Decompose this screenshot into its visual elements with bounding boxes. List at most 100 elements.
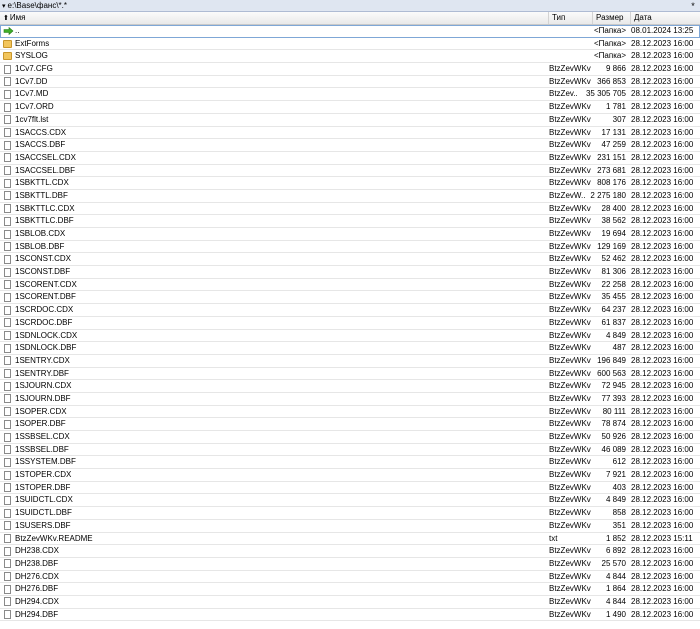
file-row[interactable]: 1SSYSTEM.DBF BtzZevWKv 612 28.12.2023 16:00 [0, 456, 700, 470]
file-size: 273 681 [597, 165, 626, 175]
file-row[interactable]: 1SUSERS.DBF BtzZevWKv 351 28.12.2023 16:00 [0, 520, 700, 533]
file-list[interactable]: .. <Папка> 08.01.2024 13:25 ExtForms <Папка>… [0, 25, 700, 629]
file-size: 487 [612, 343, 626, 353]
file-row[interactable]: 1SCONST.DBF BtzZevWKv 81 306 28.12.2023 16:… [0, 266, 700, 279]
file-name: 1SACCS.CDX [15, 127, 67, 137]
file-row[interactable]: 1SBLOB.DBF BtzZevWKv 129 169 28.12.2023 16:… [0, 241, 700, 254]
file-row[interactable]: SYSLOG <Папка> 28.12.2023 16:00 [0, 50, 700, 64]
file-row[interactable]: DH294.DBF BtzZevWKv 1 490 28.12.2023 16:00 [0, 609, 700, 622]
file-icon [4, 216, 11, 226]
file-row[interactable]: 1SJOURN.DBF BtzZevWKv 77 393 28.12.2023 16:… [0, 393, 700, 406]
file-row[interactable]: 1SCORENT.CDX BtzZevWKv 22 258 28.12.2023 16… [0, 279, 700, 292]
file-row[interactable]: .. <Папка> 08.01.2024 13:25 [0, 25, 700, 38]
file-date: 28.12.2023 16:00 [631, 254, 694, 264]
file-date: 28.12.2023 16:00 [631, 520, 694, 530]
file-icon [4, 495, 11, 505]
file-row[interactable]: 1SBKTTL.CDX BtzZevWKv 808 176 28.12.2023 16… [0, 177, 700, 190]
file-row[interactable]: 1SCORENT.DBF BtzZevWKv 35 455 28.12.2023 16… [0, 291, 700, 305]
file-row[interactable]: ExtForms <Папка> 28.12.2023 16:00 [0, 38, 700, 51]
file-row[interactable]: 1SACCS.DBF BtzZevWKv 47 259 28.12.2023 16:0… [0, 139, 700, 152]
file-row[interactable]: 1Cv7.CFG BtzZevWKv 9 866 28.12.2023 16:00 [0, 63, 700, 76]
file-date: 28.12.2023 16:00 [631, 419, 694, 429]
column-type-header[interactable]: Тип [549, 12, 593, 24]
file-size: 35 305 705 [585, 89, 626, 99]
file-row[interactable]: 1SCRDOC.DBF BtzZevWKv 61 837 28.12.2023 16:… [0, 317, 700, 330]
file-icon [4, 254, 11, 264]
file-row[interactable]: BtzZevWKv.README txt 1 852 28.12.2023 15:11 [0, 533, 700, 546]
file-icon [4, 280, 11, 290]
file-row[interactable]: 1SENTRY.DBF BtzZevWKv 600 563 28.12.2023 16… [0, 368, 700, 381]
file-row[interactable]: 1SACCSEL.CDX BtzZevWKv 231 151 28.12.2023 1… [0, 152, 700, 165]
file-icon [4, 369, 11, 379]
file-name: 1SACCSEL.CDX [15, 152, 76, 162]
file-name: 1SCONST.CDX [15, 254, 72, 264]
file-name: 1SDNLOCK.CDX [15, 330, 78, 340]
file-date: 28.12.2023 16:00 [631, 381, 694, 391]
file-row[interactable]: DH294.CDX BtzZevWKv 4 844 28.12.2023 16:00 [0, 596, 700, 609]
file-row[interactable]: DH276.CDX BtzZevWKv 4 844 28.12.2023 16:00 [0, 571, 700, 584]
file-row[interactable]: 1SBKTTLC.DBF BtzZevWKv 38 562 28.12.2023 16… [0, 215, 700, 228]
file-row[interactable]: 1SENTRY.CDX BtzZevWKv 196 849 28.12.2023 16… [0, 355, 700, 368]
file-date: 28.12.2023 16:00 [631, 216, 694, 226]
file-row[interactable]: 1Cv7.MD BtzZev.. 35 305 705 28.12.2023 16:0… [0, 88, 700, 102]
file-icon [4, 419, 11, 429]
file-name: 1SBKTTLC.CDX [15, 203, 75, 213]
file-row[interactable]: 1SACCS.CDX BtzZevWKv 17 131 28.12.2023 16:0… [0, 127, 700, 140]
file-date: 28.12.2023 16:00 [631, 165, 694, 175]
file-row[interactable]: 1SSBSEL.DBF BtzZevWKv 46 089 28.12.2023 16:… [0, 444, 700, 457]
file-date: 28.12.2023 16:00 [631, 393, 694, 403]
file-row[interactable]: 1SBLOB.CDX BtzZevWKv 19 694 28.12.2023 16:0… [0, 228, 700, 241]
current-path[interactable]: e:\Base\фанс\*.* [8, 1, 686, 10]
file-date: 08.01.2024 13:25 [631, 26, 694, 35]
file-row[interactable]: 1Cv7.DD BtzZevWKv 366 853 28.12.2023 16:00 [0, 76, 700, 89]
file-row[interactable]: 1SBKTTLC.CDX BtzZevWKv 28 400 28.12.2023 16… [0, 203, 700, 216]
column-size-header[interactable]: Размер [593, 12, 631, 24]
file-icon [4, 166, 11, 176]
path-bar[interactable]: ▾ e:\Base\фанс\*.* * [0, 0, 700, 12]
file-row[interactable]: 1SOPER.DBF BtzZevWKv 78 874 28.12.2023 16:0… [0, 418, 700, 431]
file-name: 1Cv7.MD [15, 89, 49, 99]
file-icon [4, 267, 11, 277]
file-size: <Папка> [594, 51, 626, 61]
file-row[interactable]: 1STOPER.DBF BtzZevWKv 403 28.12.2023 16:00 [0, 482, 700, 495]
file-row[interactable]: 1SUIDCTL.DBF BtzZevWKv 858 28.12.2023 16:00 [0, 507, 700, 520]
file-size: 1 852 [605, 533, 626, 543]
file-row[interactable]: 1SJOURN.CDX BtzZevWKv 72 945 28.12.2023 16:… [0, 380, 700, 393]
file-date: 28.12.2023 16:00 [631, 457, 694, 467]
file-row[interactable]: DH238.DBF BtzZevWKv 25 570 28.12.2023 16:00 [0, 558, 700, 571]
file-date: 28.12.2023 16:00 [631, 64, 694, 74]
column-date-header[interactable]: Дата [631, 12, 700, 24]
file-row[interactable]: 1SUIDCTL.CDX BtzZevWKv 4 849 28.12.2023 16:… [0, 494, 700, 508]
file-date: 28.12.2023 16:00 [631, 241, 694, 251]
file-row[interactable]: 1SSBSEL.CDX BtzZevWKv 50 926 28.12.2023 16:… [0, 431, 700, 444]
file-name: 1SUIDCTL.DBF [15, 508, 72, 518]
file-date: 28.12.2023 16:00 [631, 178, 694, 188]
file-row[interactable]: 1SBKTTL.DBF BtzZevW.. 2 275 180 28.12.2023 … [0, 190, 700, 203]
file-row[interactable]: 1SDNLOCK.DBF BtzZevWKv 487 28.12.2023 16:00 [0, 342, 700, 355]
file-row[interactable]: 1SDNLOCK.CDX BtzZevWKv 4 849 28.12.2023 16:… [0, 330, 700, 343]
column-name-header[interactable]: ⬆Имя [0, 12, 549, 24]
file-name: 1STOPER.DBF [15, 482, 71, 492]
favorites-star-icon[interactable]: * [686, 1, 700, 11]
file-row[interactable]: 1SOPER.CDX BtzZevWKv 80 111 28.12.2023 16:0… [0, 406, 700, 419]
file-row[interactable]: 1SACCSEL.DBF BtzZevWKv 273 681 28.12.2023 1… [0, 165, 700, 178]
file-row[interactable]: 1SCONST.CDX BtzZevWKv 52 462 28.12.2023 16:… [0, 253, 700, 267]
file-size: 1 781 [605, 102, 626, 112]
file-row[interactable]: DH276.DBF BtzZevWKv 1 864 28.12.2023 16:00 [0, 583, 700, 596]
file-date: 28.12.2023 16:00 [631, 305, 694, 315]
file-icon [4, 343, 11, 353]
file-size: 35 455 [601, 292, 626, 302]
file-date: 28.12.2023 16:00 [631, 343, 694, 353]
file-row[interactable]: 1SCRDOC.CDX BtzZevWKv 64 237 28.12.2023 16:… [0, 304, 700, 317]
file-name: 1SACCSEL.DBF [15, 165, 76, 175]
file-row[interactable]: 1cv7flt.lst BtzZevWKv 307 28.12.2023 16:00 [0, 114, 700, 127]
file-row[interactable]: 1Cv7.ORD BtzZevWKv 1 781 28.12.2023 16:00 [0, 101, 700, 114]
file-name: 1SCRDOC.CDX [15, 305, 74, 315]
file-icon [4, 508, 11, 518]
file-row[interactable]: DH238.CDX BtzZevWKv 6 892 28.12.2023 16:00 [0, 545, 700, 558]
file-name: 1SENTRY.DBF [15, 368, 69, 378]
file-row[interactable]: 1STOPER.CDX BtzZevWKv 7 921 28.12.2023 16:0… [0, 469, 700, 482]
file-size: 46 089 [601, 444, 626, 454]
file-size: 612 [612, 457, 626, 467]
drive-menu-icon[interactable]: ▾ [2, 2, 6, 10]
